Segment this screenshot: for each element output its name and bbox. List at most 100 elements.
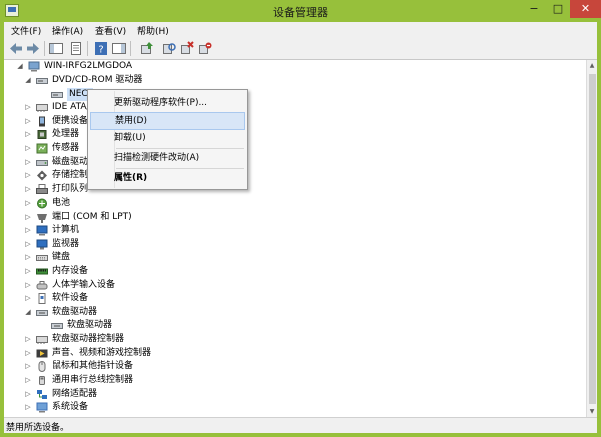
tree-category-label: 人体学输入设备 <box>52 280 116 290</box>
processor-icon <box>37 130 47 139</box>
expand-arrow-icon[interactable]: ▷ <box>23 401 33 414</box>
collapse-arrow-icon[interactable]: ◢ <box>23 74 33 87</box>
menu-disable[interactable]: 禁用(D) <box>90 112 245 130</box>
battery-icon <box>37 198 47 209</box>
title-bar[interactable]: 设备管理器 − □ ✕ <box>0 0 601 22</box>
expand-arrow-icon[interactable]: ▷ <box>23 197 33 210</box>
svg-text:?: ? <box>98 45 103 56</box>
sound-video-icon <box>36 349 48 358</box>
expand-arrow-icon[interactable]: ▷ <box>23 211 33 224</box>
menu-scan-hardware[interactable]: 扫描检测硬件改动(A) <box>90 149 245 167</box>
menu-uninstall[interactable]: 卸载(U) <box>90 129 245 147</box>
expand-arrow-icon[interactable]: ▷ <box>23 279 33 292</box>
floppy-controller-icon <box>36 336 48 344</box>
expand-arrow-icon[interactable]: ▷ <box>23 115 33 128</box>
mouse-icon <box>38 361 46 372</box>
port-icon <box>37 214 47 223</box>
context-menu: 更新驱动程序软件(P)... 禁用(D) 卸载(U) 扫描检测硬件改动(A) 属… <box>87 89 248 190</box>
minimize-button[interactable]: − <box>522 0 546 18</box>
expand-arrow-icon[interactable]: ▷ <box>23 183 33 196</box>
expand-arrow-icon[interactable]: ▷ <box>23 388 33 401</box>
tree-category-label: DVD/CD-ROM 驱动器 <box>52 75 143 85</box>
storage-controller-icon <box>37 170 47 181</box>
hid-icon <box>36 281 48 290</box>
scan-hardware-icon[interactable] <box>161 41 177 56</box>
tree-category-label: 软件设备 <box>52 293 89 303</box>
menu-action[interactable]: 操作(A) <box>52 24 83 37</box>
expand-arrow-icon[interactable]: ▷ <box>23 224 33 237</box>
expand-arrow-icon[interactable]: ▷ <box>23 360 33 373</box>
back-arrow-icon[interactable] <box>8 41 24 56</box>
tree-category-label: 端口 (COM 和 LPT) <box>52 212 132 222</box>
sensor-icon <box>36 143 48 154</box>
portable-device-icon <box>39 116 45 127</box>
floppy-drive-icon <box>36 310 48 316</box>
scroll-down-arrow-icon[interactable]: ▼ <box>587 406 597 417</box>
expand-arrow-icon[interactable]: ▷ <box>23 238 33 251</box>
menu-help[interactable]: 帮助(H) <box>137 24 169 37</box>
toolbar-separator <box>44 41 45 56</box>
expand-arrow-icon[interactable]: ▷ <box>23 142 33 155</box>
menu-update-driver[interactable]: 更新驱动程序软件(P)... <box>90 94 245 112</box>
vertical-scrollbar[interactable]: ▲ ▼ <box>586 60 597 417</box>
help-icon[interactable]: ? <box>93 41 109 56</box>
toolbar-separator <box>87 41 88 56</box>
tree-category-label: 通用串行总线控制器 <box>52 375 134 385</box>
monitor-icon <box>36 239 48 250</box>
uninstall-device-icon[interactable] <box>197 41 213 56</box>
device-manager-window: 设备管理器 − □ ✕ 文件(F) 操作(A) 查看(V) 帮助(H) ? ◢ … <box>0 0 601 437</box>
toolbar-separator <box>130 41 131 56</box>
expand-arrow-icon[interactable]: ▷ <box>23 265 33 278</box>
dvd-drive-icon <box>51 92 63 98</box>
tree-category-label: 网络适配器 <box>52 389 98 399</box>
maximize-button[interactable]: □ <box>546 0 570 18</box>
menu-properties[interactable]: 属性(R) <box>90 169 245 187</box>
expand-arrow-icon[interactable]: ▷ <box>23 292 33 305</box>
tree-category-label: 软盘驱动器控制器 <box>52 334 125 344</box>
collapse-arrow-icon[interactable]: ◢ <box>23 306 33 319</box>
scroll-up-arrow-icon[interactable]: ▲ <box>587 60 597 71</box>
collapse-arrow-icon[interactable]: ◢ <box>15 60 25 73</box>
toolbar: ? <box>4 38 597 60</box>
computer-icon <box>28 61 40 72</box>
menu-bar: 文件(F) 操作(A) 查看(V) 帮助(H) <box>4 22 597 38</box>
expand-arrow-icon[interactable]: ▷ <box>23 169 33 182</box>
status-bar: 禁用所选设备。 <box>4 417 597 433</box>
forward-arrow-icon[interactable] <box>25 41 41 56</box>
scrollbar-thumb[interactable] <box>589 74 596 404</box>
tree-category-label: 监视器 <box>52 239 80 249</box>
tree-category-label: 打印队列 <box>52 184 89 194</box>
tree-root-label: WIN-IRFG2LMGDOA <box>44 61 133 71</box>
disable-device-icon[interactable] <box>179 41 195 56</box>
keyboard-icon <box>36 255 48 261</box>
update-driver-icon[interactable] <box>139 41 155 56</box>
properties-icon[interactable] <box>68 41 84 56</box>
expand-arrow-icon[interactable]: ▷ <box>23 333 33 346</box>
expand-arrow-icon[interactable]: ▷ <box>23 156 33 169</box>
status-text: 禁用所选设备。 <box>6 423 70 433</box>
tree-category-label: 传感器 <box>52 143 80 153</box>
floppy-drive-icon <box>51 323 63 329</box>
window-title: 设备管理器 <box>273 6 328 19</box>
expand-arrow-icon[interactable]: ▷ <box>23 128 33 141</box>
expand-arrow-icon[interactable]: ▷ <box>23 101 33 114</box>
expand-arrow-icon[interactable]: ▷ <box>23 347 33 360</box>
print-queue-icon <box>36 184 48 194</box>
show-action-pane-icon[interactable] <box>111 41 127 56</box>
network-adapter-icon <box>37 390 47 399</box>
expand-arrow-icon[interactable]: ▷ <box>23 251 33 264</box>
dvd-drive-icon <box>36 78 48 84</box>
tree-category-label: 计算机 <box>52 225 80 235</box>
usb-controller-icon <box>39 376 45 385</box>
menu-file[interactable]: 文件(F) <box>11 24 41 37</box>
show-hide-console-tree-icon[interactable] <box>48 41 64 56</box>
software-device-icon <box>38 293 46 304</box>
system-device-icon <box>36 402 48 413</box>
close-button[interactable]: ✕ <box>570 0 601 18</box>
disk-drive-icon <box>36 160 48 166</box>
tree-category-label: 内存设备 <box>52 266 89 276</box>
expand-arrow-icon[interactable]: ▷ <box>23 374 33 387</box>
computer-icon <box>36 225 48 236</box>
menu-view[interactable]: 查看(V) <box>95 24 126 37</box>
ide-controller-icon <box>36 104 48 112</box>
